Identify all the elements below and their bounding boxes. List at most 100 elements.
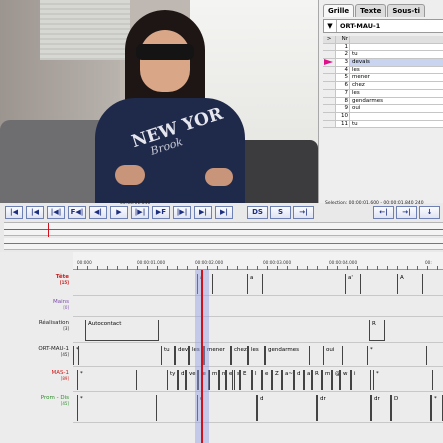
transport-button-4[interactable]: ◀| — [89, 206, 107, 219]
tier-label[interactable]: Mains [0] — [0, 299, 72, 310]
annotation[interactable]: E — [240, 370, 252, 390]
annotation[interactable]: d — [294, 370, 304, 390]
tier-label[interactable]: Réalisation [3] — [0, 320, 72, 331]
annotation[interactable]: ty — [167, 370, 178, 390]
annotation[interactable]: e — [262, 370, 272, 390]
annotation[interactable]: e — [226, 370, 233, 390]
tier-track[interactable] — [73, 297, 443, 317]
annotation[interactable]: * — [431, 395, 443, 421]
annotation[interactable]: l — [252, 370, 262, 390]
playhead-cursor[interactable] — [201, 270, 203, 443]
grid-row-nr: 3 — [336, 59, 350, 66]
annotation[interactable]: * — [367, 346, 427, 365]
grid-row-marker — [323, 66, 336, 74]
grid-row[interactable]: 6 chez — [323, 82, 443, 90]
transport-button-8[interactable]: |▶| — [173, 206, 191, 219]
annotation-nav-button-2[interactable]: ↓ — [419, 206, 440, 219]
annotation-nav-button-0[interactable]: ←| — [373, 206, 394, 219]
annotation[interactable]: m — [209, 370, 219, 390]
tier-label[interactable]: MAS-1 [89] — [0, 370, 72, 381]
grid-row[interactable]: 5 mener — [323, 74, 443, 83]
annotation[interactable]: d — [178, 370, 186, 390]
grid-row[interactable]: 2 tu — [323, 51, 443, 60]
annotation[interactable]: les — [248, 346, 265, 365]
tier-track[interactable]: * ty d ve le m n e s El e Za~ d a Rm @ w i * — [73, 368, 443, 392]
annotation[interactable]: n — [219, 370, 226, 390]
annotation[interactable]: i — [351, 370, 371, 390]
transport-button-6[interactable]: |▶| — [131, 206, 149, 219]
annotation[interactable]: @ — [332, 370, 340, 390]
transport-button-5[interactable]: ▶ — [110, 206, 128, 219]
grid-row[interactable]: 9 oui — [323, 105, 443, 113]
transport-button-2[interactable]: |◀| — [47, 206, 65, 219]
annotation[interactable]: Z — [272, 370, 282, 390]
annotation[interactable]: a~ — [282, 370, 294, 390]
annotation[interactable]: tu — [161, 346, 175, 365]
tier-label[interactable]: ORT-MAU-1 [45] — [0, 346, 72, 357]
timeline-viewer[interactable]: 00:000 00:00:01.000 00:00:02.000 00:00:03.0… — [0, 252, 443, 443]
annotation[interactable]: d — [257, 395, 317, 421]
annotation[interactable]: dr — [317, 395, 371, 421]
transport-button-0[interactable]: |◀ — [5, 206, 23, 219]
waveform-track[interactable] — [4, 238, 443, 250]
tier-dropdown[interactable]: ▼ ORT-MAU-1 — [323, 19, 443, 33]
tier-count: [15] — [59, 280, 69, 285]
grid-row[interactable]: 10 — [323, 112, 443, 121]
annotation[interactable]: w — [340, 370, 351, 390]
annotation[interactable]: * — [373, 370, 433, 390]
time-tick-mark — [377, 266, 378, 270]
grid-row[interactable]: 1 — [323, 43, 443, 52]
video-player[interactable]: NEW YOR Brook — [0, 0, 318, 203]
grid-row[interactable]: 8 gendarmes — [323, 97, 443, 106]
transport-button-9[interactable]: ▶| — [194, 206, 212, 219]
grid-row[interactable]: 7 les — [323, 89, 443, 98]
annotation[interactable]: devais — [175, 346, 189, 365]
tab-sous-titres[interactable]: Sous-ti — [387, 4, 426, 17]
transport-button-10[interactable]: ▶| — [215, 206, 233, 219]
annotation[interactable]: * — [77, 370, 137, 390]
annotation[interactable]: R — [369, 320, 385, 341]
tier-track[interactable]: *tudevaislesmenerchezlesgendarmesoui* — [73, 344, 443, 367]
grid-row[interactable]: 4 les — [323, 66, 443, 75]
transport-button-1[interactable]: |◀ — [26, 206, 44, 219]
tier-count: [3] — [63, 326, 69, 331]
grid-row-value: chez — [350, 82, 443, 89]
time-tick-mark — [277, 266, 278, 270]
selection-button-0[interactable]: DS — [247, 206, 268, 219]
grid-header-value — [350, 36, 443, 43]
annotation[interactable]: a — [247, 274, 263, 294]
overview-cursor[interactable] — [48, 223, 49, 237]
annotation[interactable]: gendarmes — [265, 346, 310, 365]
annotation[interactable]: R — [312, 370, 322, 390]
annotation[interactable]: * — [77, 395, 157, 421]
tier-track[interactable]: aaa'A — [73, 272, 443, 296]
tab-texte[interactable]: Texte — [355, 4, 387, 17]
annotation[interactable]: D — [391, 395, 431, 421]
grid-row-nr: 9 — [336, 105, 350, 112]
annotation[interactable]: dr — [371, 395, 391, 421]
annotation[interactable]: Autocontact — [85, 320, 159, 341]
transport-button-3[interactable]: F◀| — [68, 206, 86, 219]
time-tick-mark — [397, 266, 398, 270]
annotation[interactable]: m — [322, 370, 332, 390]
annotation[interactable]: A — [397, 274, 423, 294]
overview-timeline[interactable] — [4, 222, 443, 237]
tier-track[interactable]: Autocontact R — [73, 318, 443, 343]
annotation[interactable]: a' — [345, 274, 361, 294]
annotation[interactable]: a — [304, 370, 312, 390]
time-tick-mark — [77, 266, 78, 270]
selection-button-1[interactable]: S — [270, 206, 291, 219]
tier-label[interactable]: Prom - Dis [45] — [0, 395, 72, 406]
time-ruler[interactable]: 00:000 00:00:01.000 00:00:02.000 00:00:03.0… — [73, 252, 443, 270]
annotation[interactable]: oui — [323, 346, 343, 365]
tier-track[interactable]: *dddrdrD* — [73, 393, 443, 423]
grid-row[interactable]: 11 tu — [323, 120, 443, 129]
selection-button-2[interactable]: →| — [293, 206, 314, 219]
annotation[interactable]: chez — [231, 346, 248, 365]
grid-row[interactable]: 3 devais — [323, 59, 443, 67]
tab-grille[interactable]: Grille — [323, 4, 355, 17]
annotation[interactable]: * — [73, 346, 79, 365]
tier-label[interactable]: Tête [15] — [0, 274, 72, 285]
annotation-nav-button-1[interactable]: →| — [396, 206, 417, 219]
transport-button-7[interactable]: ▶F — [152, 206, 170, 219]
